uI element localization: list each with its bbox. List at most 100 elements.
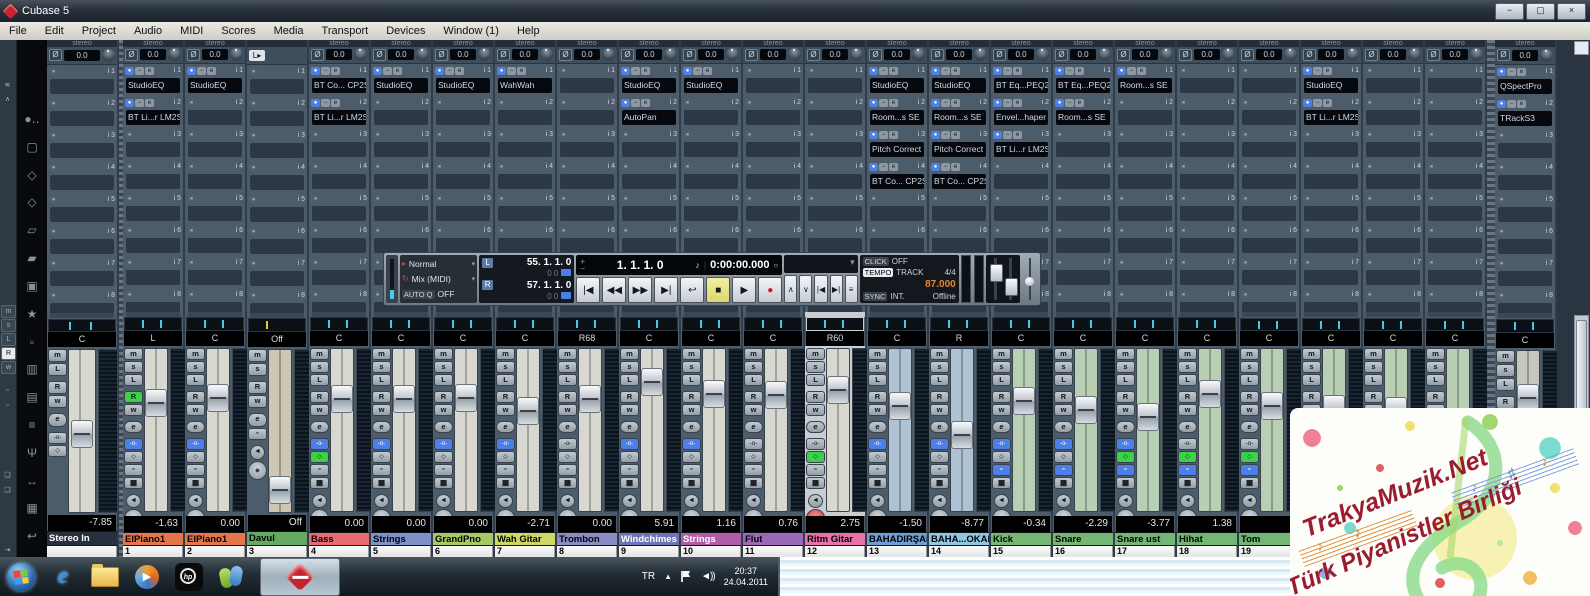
input-gain-knob[interactable] (974, 48, 987, 61)
insert-slot[interactable] (50, 207, 114, 222)
insert-slot[interactable] (250, 111, 304, 126)
insert-power-button[interactable]: ● (1117, 67, 1126, 75)
instrument-edit-button[interactable]: ▦ (930, 477, 949, 489)
monitor-button[interactable]: ◄ (1180, 494, 1195, 508)
phase-button[interactable]: ◇ (620, 451, 639, 463)
fader-track[interactable] (330, 348, 354, 512)
insert-slot[interactable] (684, 206, 738, 221)
insert-slot[interactable] (436, 238, 490, 253)
insert-power-button[interactable]: ● (1427, 67, 1436, 75)
insert-slot[interactable]: BT Li...r LM2S (312, 110, 366, 125)
insert-power-button[interactable]: ● (1055, 67, 1064, 75)
insert-slot[interactable] (1428, 238, 1482, 253)
phase-button[interactable]: ◇ (1240, 451, 1259, 463)
insert-slot[interactable] (560, 78, 614, 93)
write-automation-button[interactable]: w (372, 404, 391, 416)
insert-power-button[interactable]: ● (435, 67, 444, 75)
pan-display[interactable]: C (682, 331, 740, 346)
listen-button[interactable]: L (1426, 374, 1445, 386)
insert-slot[interactable] (1118, 270, 1172, 285)
insert-slot[interactable]: StudioEQ (436, 78, 490, 93)
insert-bypass-button[interactable]: − (1507, 100, 1516, 108)
edit-channel-button[interactable]: e (372, 421, 391, 433)
insert-bypass-button[interactable]: − (135, 67, 144, 75)
track-name[interactable]: Stereo In (47, 531, 117, 546)
marker-dropdown[interactable] (784, 255, 857, 273)
insert-power-button[interactable]: ● (249, 132, 258, 140)
insert-slot[interactable] (808, 174, 862, 189)
nudge-down-button[interactable]: ∨ (799, 275, 812, 303)
insert-power-button[interactable]: ● (373, 291, 382, 299)
explorer-icon[interactable] (84, 560, 126, 594)
insert-edit-button[interactable]: e (1517, 100, 1526, 108)
sends-bypass-button[interactable]: ≈ (868, 464, 887, 476)
phase-switch[interactable]: Ø (683, 49, 696, 61)
goto-start-button[interactable]: |◀ (576, 277, 600, 303)
fader-track[interactable] (206, 348, 230, 512)
insert-bypass-button[interactable]: − (1003, 99, 1012, 107)
insert-power-button[interactable]: ● (187, 99, 196, 107)
phase-button[interactable]: ◇ (48, 445, 67, 457)
insert-bypass-button[interactable]: − (1313, 67, 1322, 75)
input-gain-value[interactable]: 0.0 (1380, 49, 1406, 60)
insert-slot[interactable]: BT Eq...PEQ2B (994, 78, 1048, 93)
input-gain-button[interactable]: -o- (558, 438, 577, 450)
action-center-icon[interactable] (681, 571, 692, 582)
edit-channel-button[interactable]: e (248, 413, 267, 427)
fader-value-display[interactable]: -2.29 (1054, 516, 1112, 532)
monitor-button[interactable]: ◄ (994, 494, 1009, 508)
listen-button[interactable]: L (1240, 374, 1259, 386)
phase-switch[interactable]: Ø (1117, 49, 1130, 61)
insert-edit-button[interactable]: e (889, 131, 898, 139)
mute-button[interactable]: m (1496, 350, 1515, 363)
insert-power-button[interactable]: ● (807, 131, 816, 139)
fader-handle[interactable] (71, 420, 93, 448)
edit-channel-button[interactable]: e (124, 421, 143, 433)
read-automation-button[interactable]: R (744, 391, 763, 403)
write-automation-button[interactable]: w (186, 404, 205, 416)
fader-handle[interactable] (393, 385, 415, 413)
fader-value-display[interactable]: -3.77 (1116, 516, 1174, 532)
menu-help[interactable]: Help (508, 25, 549, 37)
stop-button[interactable]: ■ (706, 277, 730, 303)
insert-power-button[interactable]: ● (1365, 291, 1374, 299)
insert-slot[interactable] (622, 238, 676, 253)
solo-button[interactable]: s (1116, 361, 1135, 373)
insert-power-button[interactable]: ● (807, 195, 816, 203)
mute-button[interactable]: m (620, 348, 639, 360)
insert-slot[interactable] (1242, 110, 1296, 125)
insert-slot[interactable] (622, 174, 676, 189)
insert-slot[interactable] (126, 142, 180, 157)
sends-bypass-button[interactable]: ≈ (930, 464, 949, 476)
insert-power-button[interactable]: ● (311, 195, 320, 203)
monitor-button[interactable]: ◄ (250, 445, 265, 460)
mute-button[interactable]: m (558, 348, 577, 360)
input-gain-value[interactable]: 0.0 (574, 49, 600, 60)
insert-slot[interactable] (1242, 174, 1296, 189)
insert-bypass-button[interactable]: − (507, 67, 516, 75)
instrument-edit-button[interactable]: ▦ (992, 477, 1011, 489)
insert-power-button[interactable]: ● (993, 163, 1002, 171)
insert-slot[interactable] (50, 143, 114, 158)
fader-handle[interactable] (269, 476, 291, 504)
fader-value-display[interactable]: 1.16 (682, 516, 740, 532)
insert-slot[interactable] (1242, 270, 1296, 285)
fader-handle[interactable] (1199, 380, 1221, 408)
insert-power-button[interactable]: ● (683, 195, 692, 203)
insert-power-button[interactable]: ● (1117, 131, 1126, 139)
read-automation-button[interactable]: R (992, 391, 1011, 403)
track-name[interactable]: Trombon (557, 532, 617, 546)
phase-button[interactable]: ◇ (1054, 451, 1073, 463)
input-gain-value[interactable]: 0.0 (1512, 50, 1538, 61)
read-automation-button[interactable]: R (620, 391, 639, 403)
insert-power-button[interactable]: ● (49, 68, 58, 76)
listen-button[interactable]: L (372, 374, 391, 386)
insert-bypass-button[interactable]: − (321, 99, 330, 107)
insert-slot[interactable] (560, 174, 614, 189)
listen-button[interactable]: L (1496, 378, 1515, 391)
solo-button[interactable]: s (992, 361, 1011, 373)
insert-power-button[interactable]: ● (993, 227, 1002, 235)
edit-channel-button[interactable]: e (682, 421, 701, 433)
fader-handle[interactable] (455, 384, 477, 412)
insert-edit-button[interactable]: e (331, 67, 340, 75)
